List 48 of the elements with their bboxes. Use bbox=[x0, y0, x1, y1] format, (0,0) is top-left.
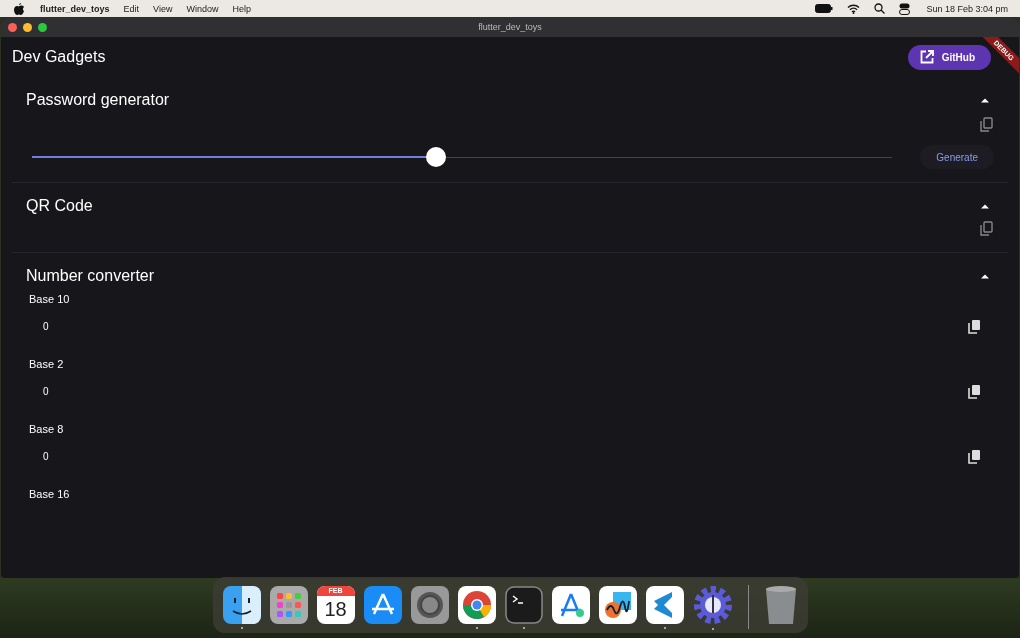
copy-icon[interactable] bbox=[968, 384, 981, 399]
open-in-new-icon bbox=[919, 50, 934, 64]
caret-icon[interactable] bbox=[980, 97, 990, 103]
app-title: Dev Gadgets bbox=[12, 48, 106, 66]
menu-item[interactable]: Edit bbox=[123, 3, 140, 14]
apple-icon[interactable] bbox=[14, 2, 24, 15]
settings-icon[interactable] bbox=[410, 585, 449, 624]
panel-title: Password generator bbox=[26, 91, 170, 109]
menu-item[interactable]: Window bbox=[186, 3, 219, 14]
battery-icon[interactable] bbox=[815, 4, 834, 13]
calendar-day: 18 bbox=[324, 595, 347, 622]
close-button[interactable] bbox=[8, 22, 17, 32]
caret-icon[interactable] bbox=[980, 203, 990, 209]
letter-a-app-icon[interactable] bbox=[363, 585, 402, 624]
control-center-icon[interactable] bbox=[899, 2, 911, 15]
drawing-app-icon[interactable] bbox=[598, 585, 637, 624]
code-editor-icon[interactable] bbox=[645, 585, 684, 624]
field-label: Base 10 bbox=[29, 293, 71, 305]
number-field[interactable]: 0 bbox=[43, 451, 49, 462]
panel-title: QR Code bbox=[26, 197, 93, 215]
caret-icon[interactable] bbox=[980, 273, 990, 279]
gear-icon[interactable] bbox=[692, 584, 733, 625]
wifi-icon[interactable] bbox=[847, 3, 861, 14]
terminal-icon[interactable] bbox=[504, 585, 543, 624]
menu-item[interactable]: Help bbox=[232, 3, 251, 14]
generate-button[interactable]: Generate bbox=[920, 145, 994, 169]
slider-thumb[interactable] bbox=[426, 147, 447, 167]
minimize-button[interactable] bbox=[23, 22, 32, 32]
number-field[interactable]: 0 bbox=[43, 321, 49, 332]
smiling-face-app-icon[interactable] bbox=[222, 585, 261, 624]
browser-app-icon[interactable] bbox=[457, 585, 496, 624]
field-label: Base 2 bbox=[29, 358, 65, 370]
app-grid-icon[interactable] bbox=[269, 585, 308, 624]
copy-icon[interactable] bbox=[968, 449, 981, 464]
panel-title: Number converter bbox=[26, 267, 155, 285]
compass-app-icon[interactable] bbox=[551, 585, 590, 624]
copy-icon[interactable] bbox=[968, 319, 981, 334]
field-label: Base 8 bbox=[29, 423, 65, 435]
menu-bar-clock[interactable]: Sun 18 Feb 3:04 pm bbox=[926, 3, 1008, 14]
window-title: flutter_dev_toys bbox=[478, 22, 542, 32]
github-button[interactable]: GitHub bbox=[907, 44, 991, 70]
number-field[interactable]: 0 bbox=[43, 386, 49, 397]
trash-icon[interactable] bbox=[763, 584, 798, 625]
search-icon[interactable] bbox=[874, 3, 886, 14]
field-label: Base 16 bbox=[29, 488, 71, 500]
zoom-button[interactable] bbox=[38, 22, 47, 32]
menu-item[interactable]: View bbox=[153, 3, 173, 14]
app-menu[interactable]: flutter_dev_toys bbox=[40, 3, 110, 14]
